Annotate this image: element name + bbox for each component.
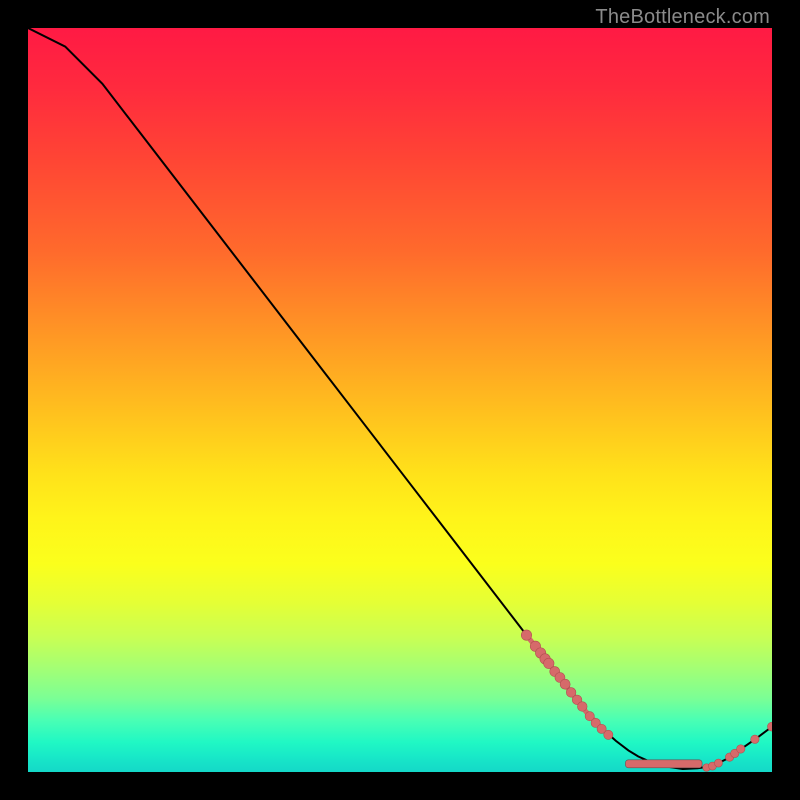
chart-container: TheBottleneck.com <box>0 0 800 800</box>
gradient-background <box>28 28 772 772</box>
plot-area <box>28 28 772 772</box>
watermark-text: TheBottleneck.com <box>595 6 770 29</box>
